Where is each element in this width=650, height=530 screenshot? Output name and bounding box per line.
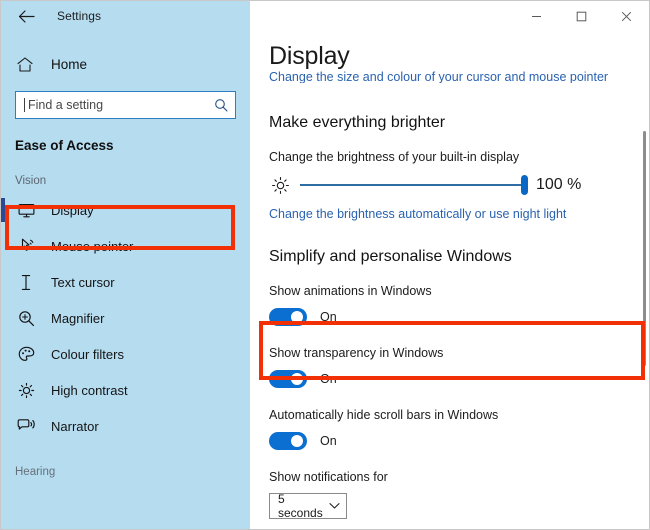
brightness-night-light-link[interactable]: Change the brightness automatically or u… <box>269 207 649 221</box>
sidebar: Settings Home Ease of Access Vision <box>1 1 250 529</box>
maximize-icon[interactable] <box>559 1 604 32</box>
sidebar-item-text-cursor-label: Text cursor <box>51 274 115 290</box>
hide-scroll-bars-label: Automatically hide scroll bars in Window… <box>269 408 499 422</box>
search-caret <box>24 98 25 112</box>
toggle-knob <box>291 311 303 323</box>
search-icon[interactable] <box>213 97 229 113</box>
sidebar-item-colour-filters[interactable]: Colour filters <box>1 336 250 372</box>
window-titlebar <box>250 1 649 32</box>
home-icon <box>15 54 35 74</box>
toggle-knob <box>291 435 303 447</box>
narrator-speech-icon <box>15 415 37 437</box>
sidebar-item-mouse-pointer[interactable]: Mouse pointer <box>1 228 250 264</box>
sidebar-item-magnifier[interactable]: Magnifier <box>1 300 250 336</box>
sidebar-item-narrator[interactable]: Narrator <box>1 408 250 444</box>
group-heading-vision: Vision <box>15 175 47 187</box>
brightness-value: 100 % <box>536 176 582 193</box>
show-transparency-toggle[interactable] <box>269 370 307 388</box>
brightness-icon <box>269 174 291 196</box>
section-title-simplify: Simplify and personalise Windows <box>269 248 512 265</box>
sidebar-item-high-contrast-label: High contrast <box>51 382 128 398</box>
hide-scroll-bars-toggle[interactable] <box>269 432 307 450</box>
main-panel: Display Change the size and colour of yo… <box>250 1 649 529</box>
sidebar-item-magnifier-label: Magnifier <box>51 310 105 326</box>
sidebar-item-high-contrast[interactable]: High contrast <box>1 372 250 408</box>
toggle-knob <box>291 373 303 385</box>
show-transparency-state: On <box>320 372 337 386</box>
brightness-slider[interactable] <box>300 174 528 196</box>
sidebar-titlebar: Settings <box>1 1 250 31</box>
section-title-brightness: Make everything brighter <box>269 114 446 131</box>
show-transparency-label: Show transparency in Windows <box>269 346 444 360</box>
sidebar-item-colour-filters-label: Colour filters <box>51 346 124 362</box>
vertical-scrollbar[interactable] <box>643 131 646 366</box>
text-cursor-icon <box>15 271 37 293</box>
sidebar-item-narrator-label: Narrator <box>51 418 99 434</box>
show-animations-label: Show animations in Windows <box>269 284 432 298</box>
show-animations-state: On <box>320 310 337 324</box>
show-animations-toggle[interactable] <box>269 308 307 326</box>
hide-scroll-bars-row: On <box>269 430 649 452</box>
chevron-down-icon <box>329 502 340 510</box>
cursor-size-colour-link[interactable]: Change the size and colour of your curso… <box>269 70 649 83</box>
sidebar-item-display[interactable]: Display <box>1 192 250 228</box>
group-heading-hearing: Hearing <box>15 466 56 478</box>
brightness-slider-row: 100 % <box>269 173 649 197</box>
back-arrow-icon[interactable] <box>13 3 39 29</box>
sidebar-item-display-label: Display <box>51 202 94 218</box>
hide-scroll-bars-state: On <box>320 434 337 448</box>
search-box[interactable] <box>15 91 236 119</box>
notifications-duration-dropdown[interactable]: 5 seconds <box>269 492 347 520</box>
show-transparency-row: On <box>269 368 649 390</box>
sidebar-item-mouse-pointer-label: Mouse pointer <box>51 238 134 254</box>
minimize-icon[interactable] <box>514 1 559 32</box>
magnifier-icon <box>15 307 37 329</box>
colour-palette-icon <box>15 343 37 365</box>
close-icon[interactable] <box>604 1 649 32</box>
sidebar-item-home-label: Home <box>51 56 88 72</box>
sidebar-item-text-cursor[interactable]: Text cursor <box>1 264 250 300</box>
brightness-field-label: Change the brightness of your built-in d… <box>269 150 520 164</box>
settings-window: Settings Home Ease of Access Vision <box>0 0 650 530</box>
notifications-duration-value: 5 seconds <box>278 492 323 520</box>
brightness-slider-track <box>300 184 525 186</box>
sun-contrast-icon <box>15 379 37 401</box>
show-animations-row: On <box>269 306 649 328</box>
sidebar-item-home[interactable]: Home <box>1 49 250 79</box>
show-notifications-label: Show notifications for <box>269 470 388 484</box>
brightness-slider-thumb[interactable] <box>521 175 528 195</box>
page-title: Display <box>269 42 350 70</box>
settings-content: Display Change the size and colour of yo… <box>250 44 649 529</box>
monitor-icon <box>15 199 37 221</box>
search-input[interactable] <box>28 98 213 112</box>
mouse-pointer-icon <box>15 235 37 257</box>
category-heading: Ease of Access <box>15 138 114 153</box>
settings-window-title: Settings <box>57 9 102 23</box>
